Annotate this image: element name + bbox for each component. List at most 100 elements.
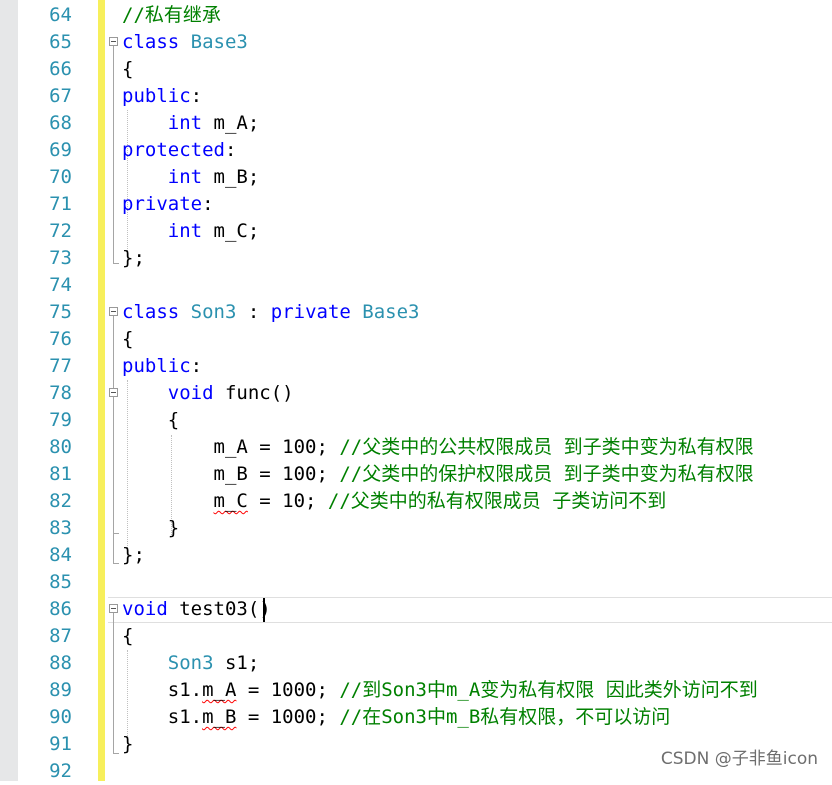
code-token: : [202, 193, 214, 215]
line-number: 89 [49, 679, 72, 701]
code-token: { [122, 625, 134, 647]
code-line[interactable]: { [122, 623, 133, 650]
code-line[interactable]: }; [122, 542, 145, 569]
selection-margin[interactable] [0, 0, 18, 781]
line-number: 91 [49, 733, 72, 755]
keyword-token: private [270, 301, 351, 323]
type-token: Son3 [190, 301, 237, 323]
keyword-token: private [122, 193, 203, 215]
type-token: Base3 [362, 301, 420, 323]
code-line[interactable]: Son3 s1; [122, 650, 260, 677]
line-number: 88 [49, 652, 72, 674]
code-line[interactable]: s1.m_A = 1000; //到Son3中m_A变为私有权限 因此类外访问不… [122, 677, 758, 704]
code-token: func() [213, 382, 294, 404]
code-line[interactable]: void test03() [122, 596, 271, 623]
line-number: 69 [49, 139, 72, 161]
outline-guide [113, 397, 114, 534]
outline-guide [113, 613, 114, 753]
code-line[interactable]: private: [122, 191, 214, 218]
code-line[interactable]: int m_A; [122, 110, 260, 137]
code-token: s1; [213, 652, 260, 674]
line-number: 85 [49, 571, 72, 593]
code-token: { [122, 328, 134, 350]
line-number: 66 [49, 58, 72, 80]
type-token: Son3 [167, 652, 214, 674]
line-number: 86 [49, 598, 72, 620]
code-line[interactable]: protected: [122, 137, 236, 164]
outline-guide-end [113, 753, 119, 754]
code-line[interactable]: s1.m_B = 1000; //在Son3中m_B私有权限，不可以访问 [122, 704, 671, 731]
line-number: 73 [49, 247, 72, 269]
keyword-token: void [167, 382, 214, 404]
comment-token: //父类中的私有权限成员 子类访问不到 [327, 490, 667, 512]
line-number: 82 [49, 490, 72, 512]
outline-guide-end [113, 263, 119, 264]
line-number: 72 [49, 220, 72, 242]
line-number: 64 [49, 4, 72, 26]
outline-guide [113, 316, 114, 390]
code-line[interactable]: m_A = 100; //父类中的公共权限成员 到子类中变为私有权限 [122, 434, 754, 461]
code-token: }; [122, 544, 145, 566]
line-number: 77 [49, 355, 72, 377]
code-token: { [122, 58, 134, 80]
code-line[interactable]: { [122, 407, 179, 434]
code-line[interactable]: } [122, 731, 133, 758]
line-number: 70 [49, 166, 72, 188]
outline-guide [113, 533, 114, 563]
code-line[interactable]: public: [122, 83, 202, 110]
collapse-icon[interactable] [109, 388, 118, 397]
comment-token: //到Son3中m_A变为私有权限 因此类外访问不到 [339, 679, 758, 701]
code-line[interactable]: //私有继承 [122, 2, 221, 29]
keyword-token: class [122, 31, 180, 53]
code-line[interactable]: int m_B; [122, 164, 260, 191]
code-line[interactable]: m_C = 10; //父类中的私有权限成员 子类访问不到 [122, 488, 667, 515]
collapse-icon[interactable] [109, 37, 118, 46]
code-line[interactable]: class Son3 : private Base3 [122, 299, 419, 326]
code-line[interactable]: } [122, 515, 179, 542]
code-line[interactable]: public: [122, 353, 202, 380]
collapse-icon[interactable] [109, 307, 118, 316]
line-number: 90 [49, 706, 72, 728]
comment-token: //父类中的公共权限成员 到子类中变为私有权限 [339, 436, 754, 458]
code-line[interactable]: m_B = 100; //父类中的保护权限成员 到子类中变为私有权限 [122, 461, 754, 488]
line-number: 87 [49, 625, 72, 647]
code-token: : [190, 355, 203, 377]
line-number: 68 [49, 112, 72, 134]
code-editor[interactable]: 64 65 66 67 68 69 70 71 72 73 74 75 76 77 78 79 80 81 82 83… [0, 0, 832, 782]
code-token: = 1000; [236, 679, 340, 701]
code-line[interactable]: int m_C; [122, 218, 260, 245]
keyword-token: public [122, 355, 191, 377]
text-caret [263, 598, 265, 622]
code-line[interactable]: { [122, 326, 133, 353]
line-number: 74 [49, 274, 72, 296]
keyword-token: int [167, 112, 203, 134]
collapse-icon[interactable] [109, 604, 118, 613]
line-number: 65 [49, 31, 72, 53]
code-token: m_C; [202, 220, 260, 242]
code-token: = 10; [247, 490, 328, 512]
comment-token: //在Son3中m_B私有权限，不可以访问 [339, 706, 671, 728]
code-token: : [190, 85, 203, 107]
outline-guide [113, 46, 114, 263]
keyword-token: int [167, 166, 203, 188]
change-tracking-bar [98, 0, 105, 781]
line-number: 80 [49, 436, 72, 458]
error-squiggle-token: m_C [213, 490, 248, 512]
code-line[interactable]: }; [122, 245, 145, 272]
code-token: : [224, 139, 237, 161]
error-squiggle-token: m_A [202, 679, 237, 701]
comment-token: //父类中的保护权限成员 到子类中变为私有权限 [339, 463, 754, 485]
line-number: 67 [49, 85, 72, 107]
code-token: = 1000; [236, 706, 340, 728]
code-line[interactable]: void func() [122, 380, 294, 407]
code-line[interactable]: { [122, 56, 133, 83]
code-token: s1. [122, 679, 203, 701]
code-token: }; [122, 247, 145, 269]
code-token: m_A; [202, 112, 260, 134]
code-line[interactable]: class Base3 [122, 29, 248, 56]
